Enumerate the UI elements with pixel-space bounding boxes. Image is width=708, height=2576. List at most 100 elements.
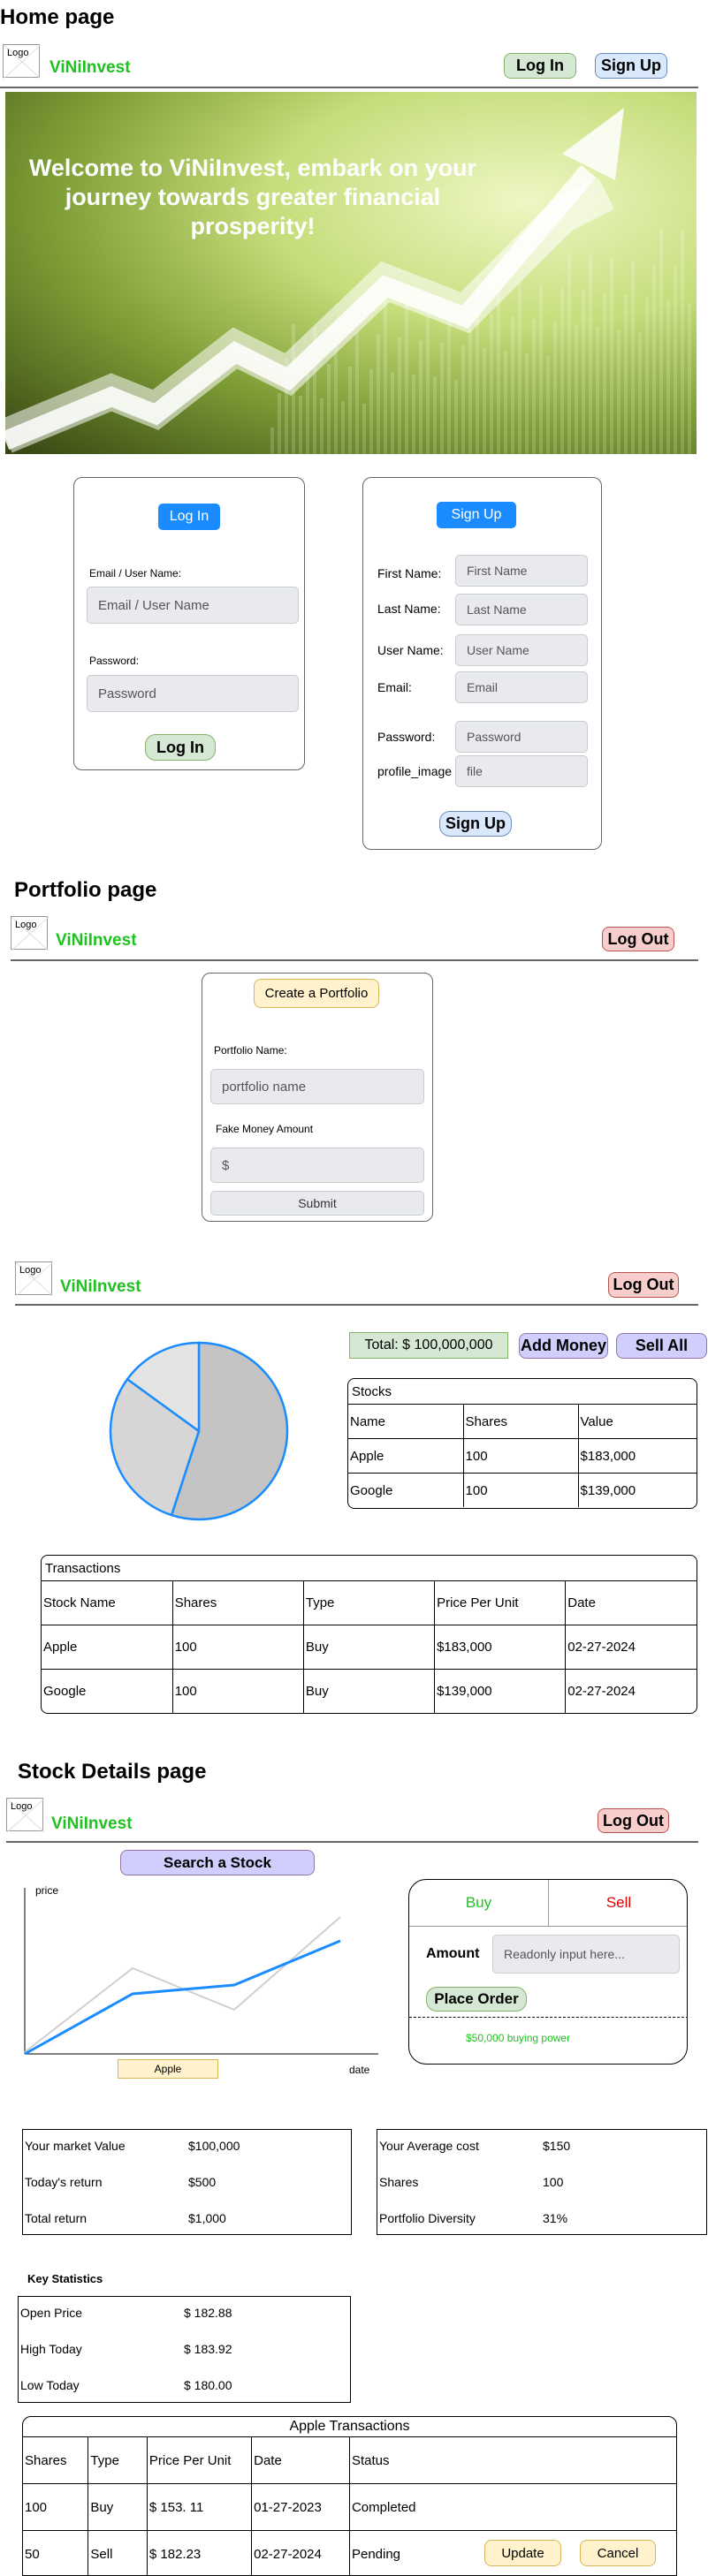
signup-email-field[interactable]: Email (455, 671, 588, 703)
portfolio-pie-chart (109, 1341, 289, 1521)
sell-tab[interactable]: Sell (549, 1880, 687, 1927)
key-statistics-title: Key Statistics (27, 2272, 103, 2285)
stat-value: $ 180.00 (184, 2378, 232, 2392)
column-header: Type (302, 1580, 436, 1625)
table-cell: 50 (23, 2530, 89, 2575)
table-cell: 100 (462, 1473, 579, 1508)
table-cell: 02-27-2024 (565, 1625, 697, 1670)
table-cell: Buy (88, 2483, 148, 2531)
brand-name[interactable]: ViNiInvest (60, 1277, 141, 1297)
user-name-field[interactable]: User Name (455, 634, 588, 666)
portfolio-name-field[interactable]: portfolio name (210, 1069, 424, 1104)
brand-name[interactable]: ViNiInvest (51, 1815, 133, 1834)
column-header: Shares (462, 1404, 579, 1439)
table-header-row: Shares Type Price Per Unit Date Status (23, 2436, 676, 2484)
apple-transactions-table: Apple Transactions Shares Type Price Per U… (22, 2416, 677, 2576)
stat-value: 31% (543, 2211, 568, 2225)
table-cell: 01-27-2023 (251, 2483, 350, 2531)
trade-panel: Buy Sell Amount Readonly input here... P… (408, 1879, 688, 2065)
table-cell: Completed (348, 2483, 676, 2531)
table-cell: Apple (42, 1625, 173, 1670)
signup-password-field[interactable]: Password (455, 721, 588, 753)
key-statistics-box: Open Price $ 182.88 High Today $ 183.92 Low … (18, 2296, 351, 2403)
place-order-button[interactable]: Place Order (426, 1987, 527, 2012)
stat-label: Total return (25, 2211, 88, 2225)
stat-value: 100 (543, 2175, 564, 2189)
logo-placeholder: Logo (3, 44, 41, 79)
chart-y-label: price (35, 1884, 59, 1897)
transactions-table: Transactions Stock Name Shares Type Price P… (41, 1555, 697, 1714)
logout-button[interactable]: Log Out (598, 1808, 669, 1833)
column-header: Price Per Unit (146, 2436, 253, 2484)
fake-money-field[interactable]: $ (210, 1148, 424, 1183)
logout-button[interactable]: Log Out (602, 927, 674, 951)
column-header: Shares (171, 1580, 304, 1625)
table-row: 100 Buy $ 153. 11 01-27-2023 Completed (23, 2483, 676, 2531)
table-cell: Buy (302, 1669, 436, 1713)
create-portfolio-button[interactable]: Create a Portfolio (254, 979, 379, 1008)
table-cell: 100 (23, 2483, 89, 2531)
portfolio-section-title: Portfolio page (14, 878, 157, 902)
hero-chart-graphic (5, 108, 691, 454)
stat-label: Portfolio Diversity (379, 2211, 476, 2225)
email-field[interactable]: Email / User Name (87, 587, 299, 624)
login-button[interactable]: Log In (504, 53, 576, 79)
column-header: Type (88, 2436, 148, 2484)
stock-section-title: Stock Details page (18, 1760, 207, 1784)
table-cell: Google (42, 1669, 173, 1713)
hero-banner: Welcome to ViNiInvest, embark on your jo… (5, 92, 697, 454)
home-section-title: Home page (0, 5, 115, 29)
table-cell: 100 (462, 1438, 579, 1474)
profile-image-label: profile_image (377, 764, 453, 778)
login-card-title: Log In (158, 504, 220, 530)
signup-button[interactable]: Sign Up (595, 53, 667, 79)
chart-x-label: date (349, 2064, 370, 2076)
last-name-field[interactable]: Last Name (455, 594, 588, 625)
stocks-table: Stocks Name Shares Value Apple 100 $183,000 Go… (347, 1378, 697, 1509)
fake-money-label: Fake Money Amount (216, 1123, 314, 1135)
submit-button[interactable]: Submit (210, 1191, 424, 1216)
chart-ticker-chip[interactable]: Apple (118, 2059, 218, 2079)
login-submit-button[interactable]: Log In (145, 734, 216, 761)
table-row: 50 Sell $ 182.23 02-27-2024 Pending (23, 2530, 676, 2575)
logo-placeholder: Logo (15, 1261, 53, 1296)
stat-value: $ 182.88 (184, 2306, 232, 2320)
hero-text: Welcome to ViNiInvest, embark on your jo… (28, 155, 477, 239)
table-row: Google 100 Buy $139,000 02-27-2024 (42, 1669, 697, 1713)
position-box: Your Average cost $150 Shares 100 Portfolio … (377, 2129, 707, 2235)
logout-button[interactable]: Log Out (608, 1272, 679, 1298)
logo-text: Logo (15, 920, 37, 930)
brand-name[interactable]: ViNiInvest (49, 58, 131, 78)
column-header: Status (348, 2436, 676, 2484)
table-cell: Buy (302, 1625, 436, 1670)
add-money-button[interactable]: Add Money (519, 1333, 608, 1359)
portfolio-name-label: Portfolio Name: (214, 1044, 287, 1057)
amount-input[interactable]: Readonly input here... (492, 1935, 680, 1974)
column-header: Date (251, 2436, 350, 2484)
stat-label: Today's return (25, 2175, 103, 2189)
table-header-row: Stock Name Shares Type Price Per Unit Date (42, 1580, 697, 1625)
table-row: Apple 100 $183,000 (348, 1438, 697, 1474)
table-cell: 02-27-2024 (565, 1669, 697, 1713)
search-stock-button[interactable]: Search a Stock (120, 1850, 315, 1875)
profile-image-file-input[interactable]: file (455, 755, 588, 787)
table-cell: $139,000 (577, 1473, 697, 1508)
brand-name[interactable]: ViNiInvest (56, 931, 137, 951)
signup-submit-button[interactable]: Sign Up (439, 811, 512, 837)
first-name-field[interactable]: First Name (455, 555, 588, 587)
table-cell: $139,000 (434, 1669, 567, 1713)
header-divider (11, 959, 698, 961)
column-header: Shares (23, 2436, 89, 2484)
table-cell: $ 182.23 (146, 2530, 253, 2575)
table-cell: 100 (171, 1625, 304, 1670)
cancel-button[interactable]: Cancel (580, 2540, 656, 2566)
update-button[interactable]: Update (484, 2540, 561, 2566)
table-cell: Sell (88, 2530, 148, 2575)
stat-value: $ 183.92 (184, 2342, 232, 2356)
stat-value: $1,000 (188, 2211, 226, 2225)
buy-tab[interactable]: Buy (409, 1880, 549, 1927)
password-field[interactable]: Password (87, 675, 299, 712)
header-divider (15, 1304, 698, 1306)
sell-all-button[interactable]: Sell All (616, 1333, 707, 1359)
arrow-head-icon (562, 108, 624, 180)
